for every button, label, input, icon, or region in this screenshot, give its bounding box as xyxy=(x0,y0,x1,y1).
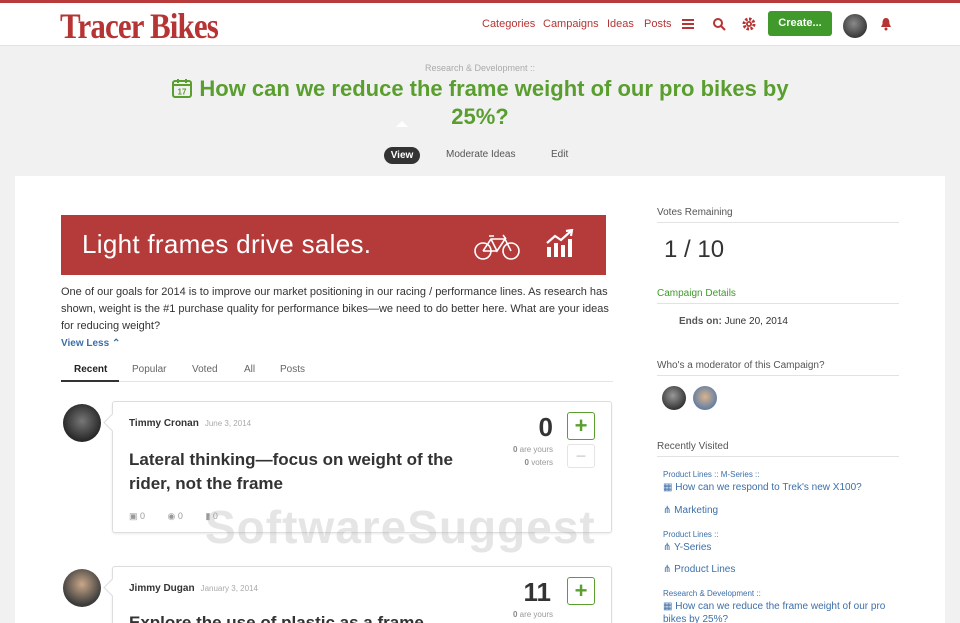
menu-icon[interactable] xyxy=(680,16,696,32)
views-stat: ◉ 0 xyxy=(167,511,183,521)
voters-label: voters xyxy=(531,458,553,467)
author-name[interactable]: Jimmy Dugan xyxy=(129,583,195,594)
hierarchy-icon: ⋔ xyxy=(663,542,672,553)
moderator-avatar[interactable] xyxy=(693,386,717,410)
active-filter-underline xyxy=(61,380,119,382)
top-navbar: Tracer Bikes Categories Campaigns Ideas … xyxy=(0,3,960,46)
yours-count: 0 xyxy=(512,445,518,454)
recent-item[interactable]: Research & Development :: ▦ How can we r… xyxy=(663,587,899,623)
calendar-icon: 17 xyxy=(172,79,193,98)
tab-edit[interactable]: Edit xyxy=(551,149,568,160)
idea-author: Jimmy Dugan January 3, 2014 xyxy=(129,583,258,594)
filter-all[interactable]: All xyxy=(244,364,255,375)
idea-date: June 3, 2014 xyxy=(204,419,252,428)
user-avatar[interactable] xyxy=(843,14,867,38)
vote-count: 0 xyxy=(538,412,553,442)
growth-chart-icon xyxy=(546,229,574,257)
vote-meta: 0 are yours 0 voters xyxy=(473,443,553,469)
recent-item-crumb: Research & Development :: xyxy=(663,589,761,598)
recent-item[interactable]: ⋔ Marketing xyxy=(663,504,718,517)
moderator-avatar[interactable] xyxy=(662,386,686,410)
vote-up-button[interactable]: + xyxy=(567,577,595,605)
campaign-description: One of our goals for 2014 is to improve … xyxy=(61,286,609,332)
bicycle-icon xyxy=(474,234,520,260)
filter-recent[interactable]: Recent xyxy=(74,364,107,375)
author-avatar[interactable] xyxy=(63,404,101,442)
calendar-icon: ▦ xyxy=(663,482,673,493)
hierarchy-icon: ⋔ xyxy=(663,564,672,575)
recent-item[interactable]: ⋔ Product Lines xyxy=(663,563,735,576)
recent-item-title: How can we respond to Trek's new X100? xyxy=(675,482,862,493)
active-tab-notch xyxy=(396,121,408,127)
idea-filter-tabs: Recent Popular Voted All Posts xyxy=(61,362,613,382)
author-avatar[interactable] xyxy=(63,569,101,607)
vote-up-button[interactable]: + xyxy=(567,412,595,440)
chevron-up-icon: ⌃ xyxy=(111,338,121,349)
ends-on: Ends on: June 20, 2014 xyxy=(679,316,788,327)
nav-campaigns[interactable]: Campaigns xyxy=(543,18,599,30)
banner-text: Light frames drive sales. xyxy=(82,229,372,259)
search-icon[interactable] xyxy=(711,16,727,32)
gear-icon[interactable] xyxy=(741,16,757,32)
author-name[interactable]: Timmy Cronan xyxy=(129,418,199,429)
campaign-banner: Light frames drive sales. xyxy=(61,215,606,275)
vote-down-button[interactable]: − xyxy=(567,444,595,468)
filter-voted[interactable]: Voted xyxy=(192,364,218,375)
watermark: SoftwareSuggest xyxy=(205,501,596,553)
recent-item[interactable]: Product Lines :: M-Series :: ▦ How can w… xyxy=(663,468,862,494)
nav-ideas[interactable]: Ideas xyxy=(607,18,634,30)
tab-moderate-ideas[interactable]: Moderate Ideas xyxy=(446,149,516,160)
nav-categories[interactable]: Categories xyxy=(482,18,535,30)
vote-count: 11 xyxy=(523,577,552,607)
recently-visited-heading: Recently Visited xyxy=(657,441,899,457)
recent-item-title: Product Lines xyxy=(674,564,736,575)
idea-date: January 3, 2014 xyxy=(200,584,258,593)
nav-posts[interactable]: Posts xyxy=(644,18,672,30)
recent-item-crumb: Product Lines :: M-Series :: xyxy=(663,470,760,479)
page-title-text: How can we reduce the frame weight of ou… xyxy=(199,76,789,129)
campaign-details-heading[interactable]: Campaign Details xyxy=(657,288,899,304)
recent-item-title: How can we reduce the frame weight of ou… xyxy=(663,601,886,623)
yours-label: are yours xyxy=(519,445,553,454)
bell-icon[interactable] xyxy=(878,16,894,32)
ends-on-date: June 20, 2014 xyxy=(724,316,788,327)
voters-count: 0 xyxy=(524,458,529,467)
brand-logo[interactable]: Tracer Bikes xyxy=(60,7,219,45)
view-less-link[interactable]: View Less ⌃ xyxy=(61,338,120,349)
page-title: 17 How can we reduce the frame weight of… xyxy=(160,75,800,131)
vote-meta: 0 are yours xyxy=(473,608,553,621)
filter-popular[interactable]: Popular xyxy=(132,364,166,375)
votes-remaining-heading: Votes Remaining xyxy=(657,207,899,223)
yours-label: are yours xyxy=(519,610,553,619)
view-less-label[interactable]: View Less xyxy=(61,338,109,349)
idea-title[interactable]: Explore the use of plastic as a frame xyxy=(129,611,499,623)
posts-stat: ▣ 0 xyxy=(129,511,146,521)
tab-view[interactable]: View xyxy=(384,147,420,164)
votes-remaining-value: 1 / 10 xyxy=(664,236,725,263)
idea-author: Timmy Cronan June 3, 2014 xyxy=(129,418,251,429)
calendar-icon: ▦ xyxy=(663,601,673,612)
recent-item[interactable]: Product Lines :: ⋔ Y-Series xyxy=(663,528,719,554)
moderators-heading: Who's a moderator of this Campaign? xyxy=(657,360,899,376)
hierarchy-icon: ⋔ xyxy=(663,505,672,516)
calendar-day: 17 xyxy=(178,88,187,97)
idea-title[interactable]: Lateral thinking—focus on weight of the … xyxy=(129,448,499,496)
recent-item-crumb: Product Lines :: xyxy=(663,530,719,539)
yours-count: 0 xyxy=(512,610,518,619)
idea-card[interactable]: Jimmy Dugan January 3, 2014 Explore the u… xyxy=(112,566,612,623)
recent-item-title: Marketing xyxy=(674,505,719,516)
create-button[interactable]: Create... xyxy=(768,11,832,36)
breadcrumb[interactable]: Research & Development :: xyxy=(0,63,960,73)
ends-on-label: Ends on: xyxy=(679,316,722,327)
filter-posts[interactable]: Posts xyxy=(280,364,305,375)
recent-item-title: Y-Series xyxy=(674,542,712,553)
